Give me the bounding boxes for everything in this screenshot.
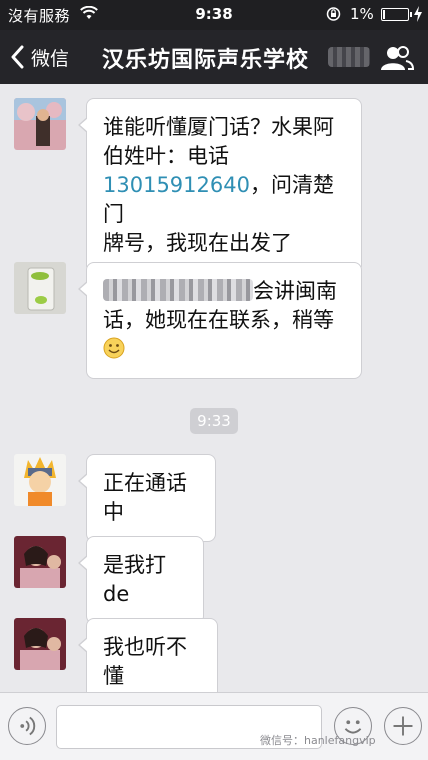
status-bar: 沒有服務 9:38 1% — [0, 0, 428, 30]
message-line: 话，她现在在联系，稍等 — [103, 308, 334, 332]
voice-button[interactable] — [8, 707, 46, 745]
avatar[interactable] — [14, 98, 66, 150]
battery-percent: 1% — [350, 5, 374, 23]
nav-bar: 微信 汉乐坊国际声乐学校 — [0, 30, 428, 84]
group-members-icon[interactable] — [380, 45, 415, 71]
message-text: 我也听不懂 — [103, 635, 187, 688]
watermark: 微信号：hanlefangvip — [260, 734, 376, 747]
avatar[interactable] — [14, 454, 66, 506]
chat-title: 汉乐坊国际声乐学校 — [102, 48, 310, 73]
avatar[interactable] — [14, 618, 66, 670]
message-text: 是我打de — [103, 553, 166, 606]
message-bubble[interactable]: 谁能听懂厦门话？水果阿 伯姓叶：电话 13015912640，问清楚门 牌号，我… — [78, 98, 362, 273]
back-chevron-icon — [11, 45, 24, 69]
avatar[interactable] — [14, 536, 66, 588]
time-separator: 9:33 — [190, 408, 238, 434]
voice-icon — [20, 716, 36, 736]
message-bubble[interactable]: 会讲闽南 话，她现在在联系，稍等 — [78, 262, 362, 379]
message-bubble[interactable]: 是我打de — [78, 536, 204, 624]
blurred-name — [103, 279, 253, 301]
message-line: 伯姓叶：电话 — [103, 144, 229, 168]
message-line: 谁能听懂厦门话？水果阿 — [103, 115, 334, 139]
input-bar: 微信号：hanlefangvip — [0, 692, 428, 760]
message-line: 牌号，我现在出发了 — [103, 231, 292, 255]
phone-number-link[interactable]: 13015912640 — [103, 173, 250, 197]
avatar[interactable] — [14, 262, 66, 314]
back-label: 微信 — [31, 47, 70, 70]
back-button[interactable]: 微信 — [10, 42, 69, 72]
message-bubble[interactable]: 正在通话中 — [78, 454, 216, 542]
lock-rotation-icon — [326, 6, 341, 22]
battery-icon — [381, 8, 412, 21]
message-text: 正在通话中 — [103, 471, 187, 524]
more-button[interactable] — [384, 707, 422, 745]
smiley-emoji-icon — [103, 337, 125, 359]
plus-icon — [393, 716, 413, 736]
message-text: 会讲闽南 — [253, 279, 337, 303]
charging-icon — [413, 6, 423, 22]
blurred-title-suffix — [328, 47, 370, 67]
